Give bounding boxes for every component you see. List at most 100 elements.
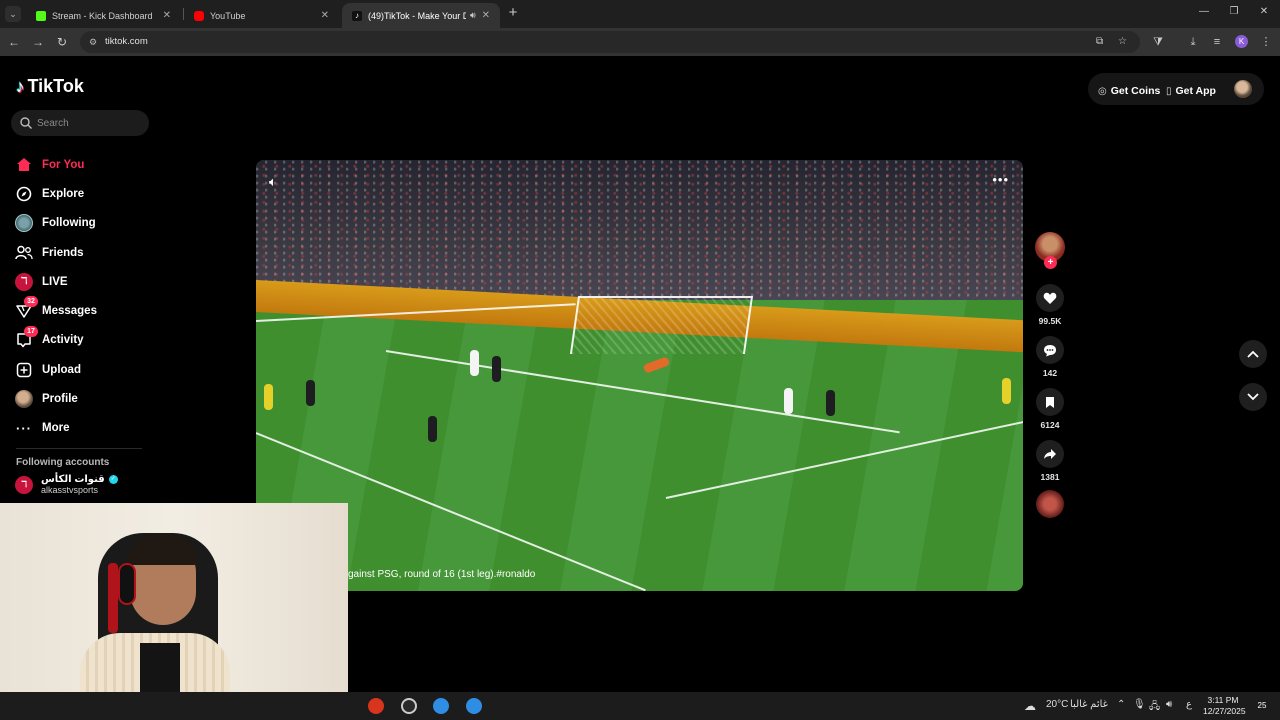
tab-title: Stream - Kick Dashboard [52, 10, 153, 21]
video-more-icon[interactable]: ••• [992, 172, 1009, 187]
taskbar-app-icon[interactable] [466, 698, 482, 714]
search-input[interactable] [37, 115, 141, 131]
windows-taskbar: ☁ 20°C غائم غالبا ⌃ 🎙︎ 🖧︎ 🔊︎ ع 3:11 PM 1… [0, 692, 1280, 720]
tab-audio-icon[interactable]: 🔊︎ [470, 10, 476, 21]
volume-icon[interactable]: 🔊︎ [1166, 699, 1172, 710]
microphone-icon[interactable]: 🎙︎ [1133, 699, 1146, 710]
search-icon [20, 117, 32, 129]
comment-count: 142 [1042, 368, 1058, 378]
sidebar-item-upload[interactable]: Upload [14, 355, 144, 384]
home-icon [14, 155, 34, 175]
weather-text[interactable]: غائم غالبا [1070, 699, 1108, 710]
chevron-down-icon [1247, 393, 1259, 401]
kick-favicon-icon [36, 10, 46, 21]
logo-text: TikTok [27, 76, 84, 96]
bookmark-star-icon[interactable]: ☆ [1118, 36, 1127, 47]
save-button[interactable]: 6124 [1034, 388, 1066, 430]
back-icon[interactable]: ← [6, 34, 22, 50]
following-account-item[interactable]: ℸ قنوات الكأس ✓ alkasstvsports [15, 474, 118, 495]
player-figure [470, 350, 479, 376]
browser-toolbar: ← → ↻ ⚙ tiktok.com ⧉ ☆ ⧩ ⤓ ≡ K ⋮ [0, 28, 1280, 56]
tab-close-icon[interactable]: ✕ [163, 10, 171, 21]
heart-icon [1036, 284, 1064, 312]
sidebar-nav: For You Explore Following Friends ℸ LIVE [14, 150, 144, 443]
media-controls-icon[interactable]: ≡ [1209, 34, 1225, 50]
new-tab-button[interactable]: + [505, 5, 521, 22]
next-video-button[interactable] [1239, 383, 1267, 411]
sidebar-item-explore[interactable]: Explore [14, 179, 144, 208]
tab-tiktok[interactable]: ♪ (49)TikTok - Make Your Day 🔊︎ ✕ [342, 3, 500, 28]
browser-menu-icon[interactable]: ⋮ [1258, 34, 1274, 50]
tiktok-favicon-icon: ♪ [352, 10, 362, 21]
player-figure [1002, 378, 1011, 404]
player-figure [264, 384, 273, 410]
tray-expand-icon[interactable]: ⌃ [1117, 699, 1125, 710]
network-icon[interactable]: 🖧︎ [1149, 699, 1160, 716]
comment-button[interactable]: 142 [1034, 336, 1066, 378]
previous-video-button[interactable] [1239, 340, 1267, 368]
browser-profile-avatar[interactable]: K [1235, 35, 1248, 48]
language-indicator[interactable]: ع [1186, 699, 1192, 710]
video-player[interactable]: 🔈︎ ••• gainst PSG, round of 16 (1st leg)… [256, 160, 1023, 591]
phone-icon: ▯ [1166, 85, 1172, 97]
music-disc-icon[interactable] [1036, 490, 1064, 518]
sidebar-divider [16, 448, 142, 449]
weather-temp[interactable]: 20°C [1046, 699, 1068, 710]
user-avatar[interactable] [1234, 80, 1252, 98]
tab-close-icon[interactable]: ✕ [321, 10, 329, 21]
sidebar-item-label: Activity [42, 334, 84, 347]
get-app-button[interactable]: ▯ Get App [1166, 82, 1216, 100]
taskbar-app-icon[interactable] [401, 698, 417, 714]
forward-icon[interactable]: → [30, 34, 46, 50]
mute-toggle-icon[interactable]: 🔈︎ [269, 174, 277, 190]
share-button[interactable]: 1381 [1034, 440, 1066, 482]
follow-plus-icon[interactable]: + [1044, 256, 1057, 269]
sidebar-item-label: Upload [42, 363, 81, 376]
minimize-icon[interactable]: — [1196, 6, 1212, 17]
notification-center-icon[interactable]: 25 [1252, 699, 1272, 713]
site-info-icon[interactable]: ⚙ [87, 36, 99, 48]
player-figure [826, 390, 835, 416]
sidebar-item-label: Friends [42, 246, 84, 259]
taskbar-app-icon[interactable] [368, 698, 384, 714]
player-figure [492, 356, 501, 382]
install-app-icon[interactable]: ⧉ [1096, 36, 1103, 47]
extensions-icon[interactable]: ⧩ [1150, 34, 1166, 50]
video-goal-net [569, 296, 754, 354]
sidebar-item-for-you[interactable]: For You [14, 150, 144, 179]
sidebar-item-label: More [42, 422, 70, 435]
tab-search-button[interactable]: ⌄ [5, 6, 21, 22]
get-coins-button[interactable]: ◎ Get Coins [1098, 82, 1160, 100]
verified-icon: ✓ [108, 475, 118, 484]
sidebar-item-more[interactable]: ··· More [14, 414, 144, 443]
sidebar-item-live[interactable]: ℸ LIVE [14, 267, 144, 296]
friends-icon [14, 243, 34, 263]
sidebar-item-profile[interactable]: Profile [14, 384, 144, 413]
taskbar-app-icon[interactable] [433, 698, 449, 714]
downloads-icon[interactable]: ⤓ [1185, 34, 1201, 50]
url-text[interactable]: tiktok.com [105, 36, 148, 47]
tab-close-icon[interactable]: ✕ [482, 10, 490, 21]
activity-badge: 17 [24, 325, 38, 337]
coin-icon: ◎ [1098, 85, 1107, 97]
sidebar-item-messages[interactable]: 32 Messages [14, 296, 144, 325]
reload-icon[interactable]: ↻ [54, 34, 70, 50]
tiktok-logo[interactable]: ♪ TikTok [16, 76, 84, 97]
like-button[interactable]: 99.5K [1034, 284, 1066, 326]
sidebar-item-activity[interactable]: 17 Activity [14, 325, 144, 355]
sidebar-item-following[interactable]: Following [14, 209, 144, 238]
clock[interactable]: 3:11 PM 12/27/2025 [1203, 695, 1246, 717]
weather-cloud-icon[interactable]: ☁ [1024, 699, 1036, 713]
player-figure [428, 416, 437, 442]
sidebar-item-friends[interactable]: Friends [14, 238, 144, 267]
search-box[interactable] [11, 110, 149, 136]
address-bar[interactable]: ⚙ tiktok.com ⧉ ☆ [80, 31, 1140, 53]
share-count: 1381 [1040, 472, 1060, 482]
tab-youtube[interactable]: YouTube ✕ [184, 3, 339, 28]
restore-icon[interactable]: ❐ [1226, 6, 1242, 17]
tab-kick[interactable]: Stream - Kick Dashboard ✕ [26, 3, 181, 28]
share-icon [1036, 440, 1064, 468]
close-window-icon[interactable]: ✕ [1256, 6, 1272, 17]
sidebar-item-label: Following [42, 217, 96, 230]
account-avatar: ℸ [15, 475, 33, 494]
